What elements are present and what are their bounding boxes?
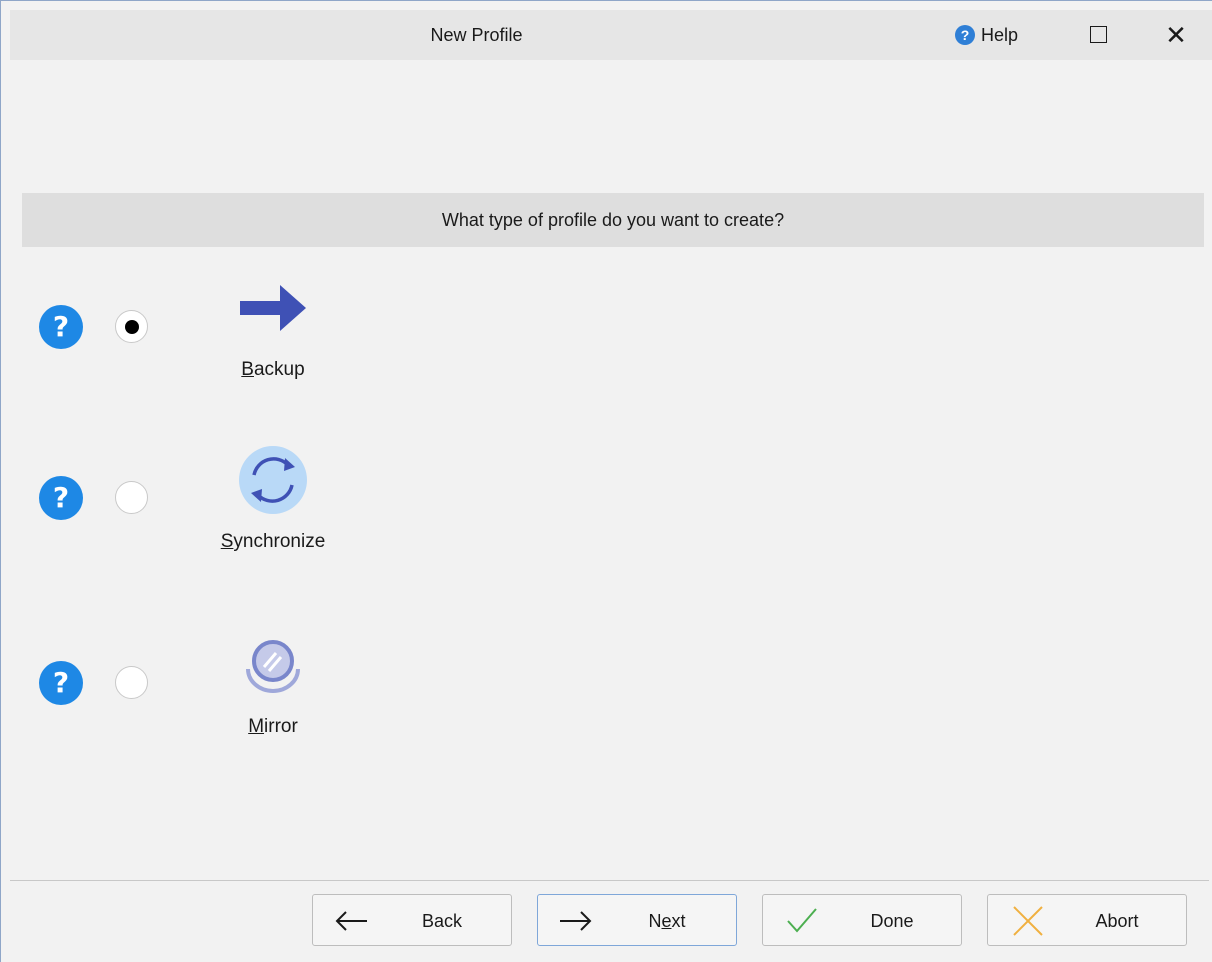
- maximize-button[interactable]: [1090, 26, 1107, 43]
- mirror-help-icon[interactable]: ?: [39, 661, 83, 705]
- next-button[interactable]: Next: [537, 894, 737, 946]
- question-banner: What type of profile do you want to crea…: [22, 193, 1204, 247]
- abort-button[interactable]: Abort: [987, 894, 1187, 946]
- next-label: Next: [648, 911, 686, 931]
- help-label: Help: [981, 24, 1019, 45]
- backup-help-icon[interactable]: ?: [39, 305, 83, 349]
- mirror-radio[interactable]: [115, 666, 148, 699]
- done-button[interactable]: Done: [762, 894, 962, 946]
- mirror-label[interactable]: Mirror: [173, 716, 373, 738]
- back-button[interactable]: Back: [312, 894, 512, 946]
- arrow-left-icon: [335, 911, 367, 931]
- synchronize-label[interactable]: Synchronize: [173, 531, 373, 553]
- backup-label[interactable]: Backup: [173, 359, 373, 381]
- backup-radio[interactable]: [115, 310, 148, 343]
- title-bar: New Profile ? Help ✕: [10, 10, 1212, 60]
- mirror-icon: [246, 640, 300, 693]
- synchronize-radio[interactable]: [115, 481, 148, 514]
- new-profile-window: New Profile ? Help ✕ What type of profil…: [0, 0, 1212, 962]
- abort-label: Abort: [1095, 911, 1139, 931]
- help-button[interactable]: ? Help: [955, 21, 1018, 49]
- arrow-right-icon: [240, 285, 306, 331]
- help-icon: ?: [955, 25, 975, 45]
- cross-icon: [1013, 906, 1043, 936]
- arrow-right-icon: [560, 911, 592, 931]
- sync-icon: [239, 446, 307, 514]
- done-label: Done: [870, 911, 914, 931]
- close-button[interactable]: ✕: [1160, 18, 1192, 52]
- window-title: New Profile: [430, 25, 523, 45]
- synchronize-help-icon[interactable]: ?: [39, 476, 83, 520]
- footer-separator: [10, 880, 1209, 881]
- checkmark-icon: [787, 908, 817, 933]
- back-label: Back: [421, 911, 463, 931]
